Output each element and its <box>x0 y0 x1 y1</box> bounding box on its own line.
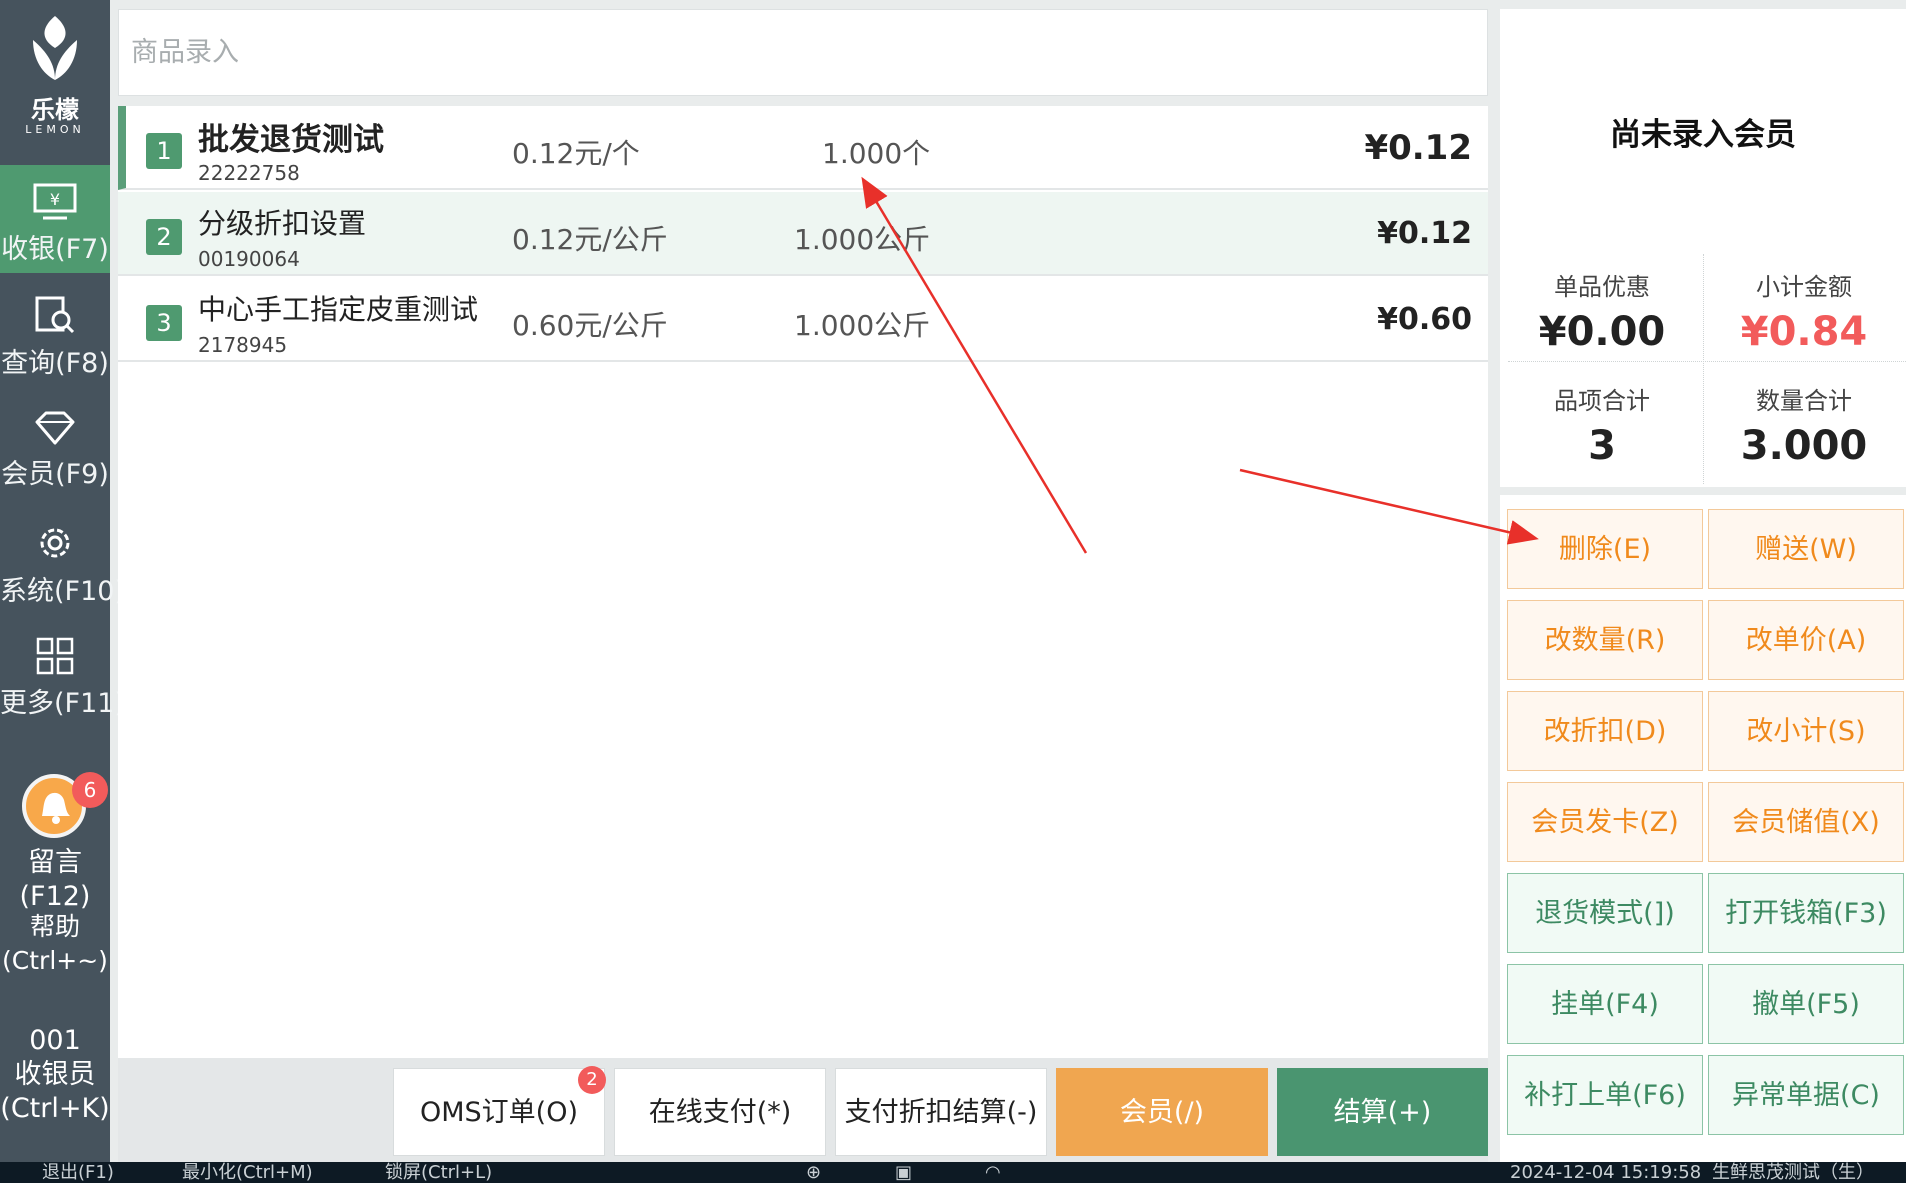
checkout-button[interactable]: 结算(+) <box>1277 1068 1488 1156</box>
gear-icon <box>40 528 70 558</box>
logo-subtext: LEMON <box>25 123 85 136</box>
oms-order-button[interactable]: OMS订单(O) <box>393 1068 605 1156</box>
subtotal-label: 小计金额 <box>1756 273 1852 301</box>
qty-total-value: 3.000 <box>1740 423 1868 469</box>
svg-text:¥: ¥ <box>50 190 60 209</box>
wifi-icon: ◠ <box>985 1162 1001 1183</box>
cashier-role: 收银员 <box>14 1059 96 1090</box>
minimize-link[interactable]: 最小化(Ctrl+M) <box>182 1162 313 1183</box>
member-button[interactable]: 会员(/) <box>1056 1068 1268 1156</box>
function-panel: 删除(E) 赠送(W) 改数量(R) 改单价(A) 改折扣(D) 改小计(S) … <box>1500 495 1906 1162</box>
help-shortcut: (Ctrl+~) <box>2 946 108 975</box>
quantity: 1.000公斤 <box>794 309 931 342</box>
help-link[interactable]: 帮助 (Ctrl+~) <box>0 910 110 978</box>
nav-system-label: 系统(F10) <box>0 576 125 607</box>
printer-icon: ▣ <box>895 1162 913 1183</box>
item-count-label: 品项合计 <box>1554 387 1650 415</box>
product-name: 分级折扣设置 <box>198 207 367 240</box>
unit-price: 0.60元/公斤 <box>512 309 668 342</box>
unit-price: 0.12元/个 <box>512 137 640 170</box>
member-panel: 尚未录入会员 单品优惠 ¥0.00 小计金额 ¥0.84 品项合计 3 数量合计… <box>1500 9 1906 487</box>
return-mode-button[interactable]: 退货模式(]) <box>1507 873 1703 953</box>
logo: 乐檬 LEMON <box>0 14 110 136</box>
row-index: 3 <box>146 305 182 341</box>
row-index: 2 <box>146 219 182 255</box>
quantity: 1.000公斤 <box>794 223 931 256</box>
delete-button[interactable]: 删除(E) <box>1507 509 1703 589</box>
change-price-button[interactable]: 改单价(A) <box>1708 600 1904 680</box>
quantity: 1.000个 <box>822 137 931 170</box>
store-name: 生鲜思茂测试（生） <box>1712 1162 1874 1183</box>
search-doc-icon <box>35 296 75 334</box>
lock-screen-link[interactable]: 锁屏(Ctrl+L) <box>385 1162 492 1183</box>
unit-price: 0.12元/公斤 <box>512 223 668 256</box>
nav-member[interactable]: 会员(F9) <box>0 410 110 491</box>
line-amount: ¥0.60 <box>1377 302 1472 337</box>
diamond-icon <box>35 411 75 445</box>
nav-cashier-label: 收银(F7) <box>1 234 109 265</box>
subtotal-value: ¥0.84 <box>1740 309 1868 355</box>
member-topup-button[interactable]: 会员储值(X) <box>1708 782 1904 862</box>
help-label: 帮助 <box>29 912 80 941</box>
nav-more[interactable]: 更多(F11) <box>0 637 125 720</box>
item-list: 1 批发退货测试 22222758 0.12元/个 1.000个 ¥0.12 2… <box>118 106 1488 1058</box>
grid-icon <box>36 637 74 675</box>
reprint-last-button[interactable]: 补打上单(F6) <box>1507 1055 1703 1135</box>
nav-messages-label[interactable]: 留言(F12) <box>0 846 110 914</box>
cancel-order-button[interactable]: 撤单(F5) <box>1708 964 1904 1044</box>
table-row[interactable]: 1 批发退货测试 22222758 0.12元/个 1.000个 ¥0.12 <box>118 106 1488 190</box>
open-cash-drawer-button[interactable]: 打开钱箱(F3) <box>1708 873 1904 953</box>
status-bar: 退出(F1) 最小化(Ctrl+M) 锁屏(Ctrl+L) ⊕ ▣ ◠ 2024… <box>0 1162 1906 1183</box>
bottom-action-bar: OMS订单(O) 在线支付(*) 支付折扣结算(-) 会员(/) 结算(+) <box>118 1058 1488 1162</box>
logo-text: 乐檬 <box>31 96 79 124</box>
change-discount-button[interactable]: 改折扣(D) <box>1507 691 1703 771</box>
sidebar: 乐檬 LEMON ¥ 收银(F7) 查询(F8) 会员(F9) 系统(F10) <box>0 0 125 1162</box>
product-entry-input[interactable] <box>119 10 1487 95</box>
item-discount-label: 单品优惠 <box>1554 273 1650 301</box>
change-qty-button[interactable]: 改数量(R) <box>1507 600 1703 680</box>
exit-link[interactable]: 退出(F1) <box>42 1162 114 1183</box>
nav-more-label: 更多(F11) <box>0 688 125 719</box>
product-name: 批发退货测试 <box>198 122 384 158</box>
row-index: 1 <box>146 133 182 169</box>
cashier-id: 001 <box>29 1025 81 1056</box>
online-pay-button[interactable]: 在线支付(*) <box>614 1068 826 1156</box>
product-entry-box <box>118 9 1488 96</box>
cashier-shortcut: (Ctrl+K) <box>0 1093 110 1124</box>
messages-badge: 6 <box>72 772 108 808</box>
nav-query-label: 查询(F8) <box>1 348 109 379</box>
line-amount: ¥0.12 <box>1377 216 1472 251</box>
line-amount: ¥0.12 <box>1364 128 1472 168</box>
product-code: 00190064 <box>198 247 300 271</box>
network-icon: ⊕ <box>806 1162 822 1183</box>
nav-query[interactable]: 查询(F8) <box>0 295 110 380</box>
nav-cashier[interactable]: ¥ 收银(F7) <box>0 165 110 273</box>
cashier-info[interactable]: 001 收银员 (Ctrl+K) <box>0 1024 110 1126</box>
datetime: 2024-12-04 15:19:58 <box>1510 1162 1702 1183</box>
nav-member-label: 会员(F9) <box>1 459 109 490</box>
cash-register-icon: ¥ <box>33 183 77 220</box>
member-status-title[interactable]: 尚未录入会员 <box>1500 109 1906 154</box>
hold-order-button[interactable]: 挂单(F4) <box>1507 964 1703 1044</box>
product-code: 2178945 <box>198 333 288 357</box>
item-discount-value: ¥0.00 <box>1538 309 1666 355</box>
table-row[interactable]: 2 分级折扣设置 00190064 0.12元/公斤 1.000公斤 ¥0.12 <box>118 192 1488 276</box>
change-subtotal-button[interactable]: 改小计(S) <box>1708 691 1904 771</box>
abnormal-orders-button[interactable]: 异常单据(C) <box>1708 1055 1904 1135</box>
oms-order-badge: 2 <box>578 1066 606 1094</box>
table-row[interactable]: 3 中心手工指定皮重测试 2178945 0.60元/公斤 1.000公斤 ¥0… <box>118 278 1488 362</box>
stats-divider <box>1508 361 1906 362</box>
product-name: 中心手工指定皮重测试 <box>198 293 479 326</box>
discount-pay-button[interactable]: 支付折扣结算(-) <box>835 1068 1047 1156</box>
issue-member-card-button[interactable]: 会员发卡(Z) <box>1507 782 1703 862</box>
item-count-value: 3 <box>1588 423 1616 469</box>
gift-button[interactable]: 赠送(W) <box>1708 509 1904 589</box>
qty-total-label: 数量合计 <box>1756 387 1852 415</box>
product-code: 22222758 <box>198 161 300 185</box>
lemon-logo-icon <box>33 16 77 80</box>
nav-system[interactable]: 系统(F10) <box>0 523 125 608</box>
